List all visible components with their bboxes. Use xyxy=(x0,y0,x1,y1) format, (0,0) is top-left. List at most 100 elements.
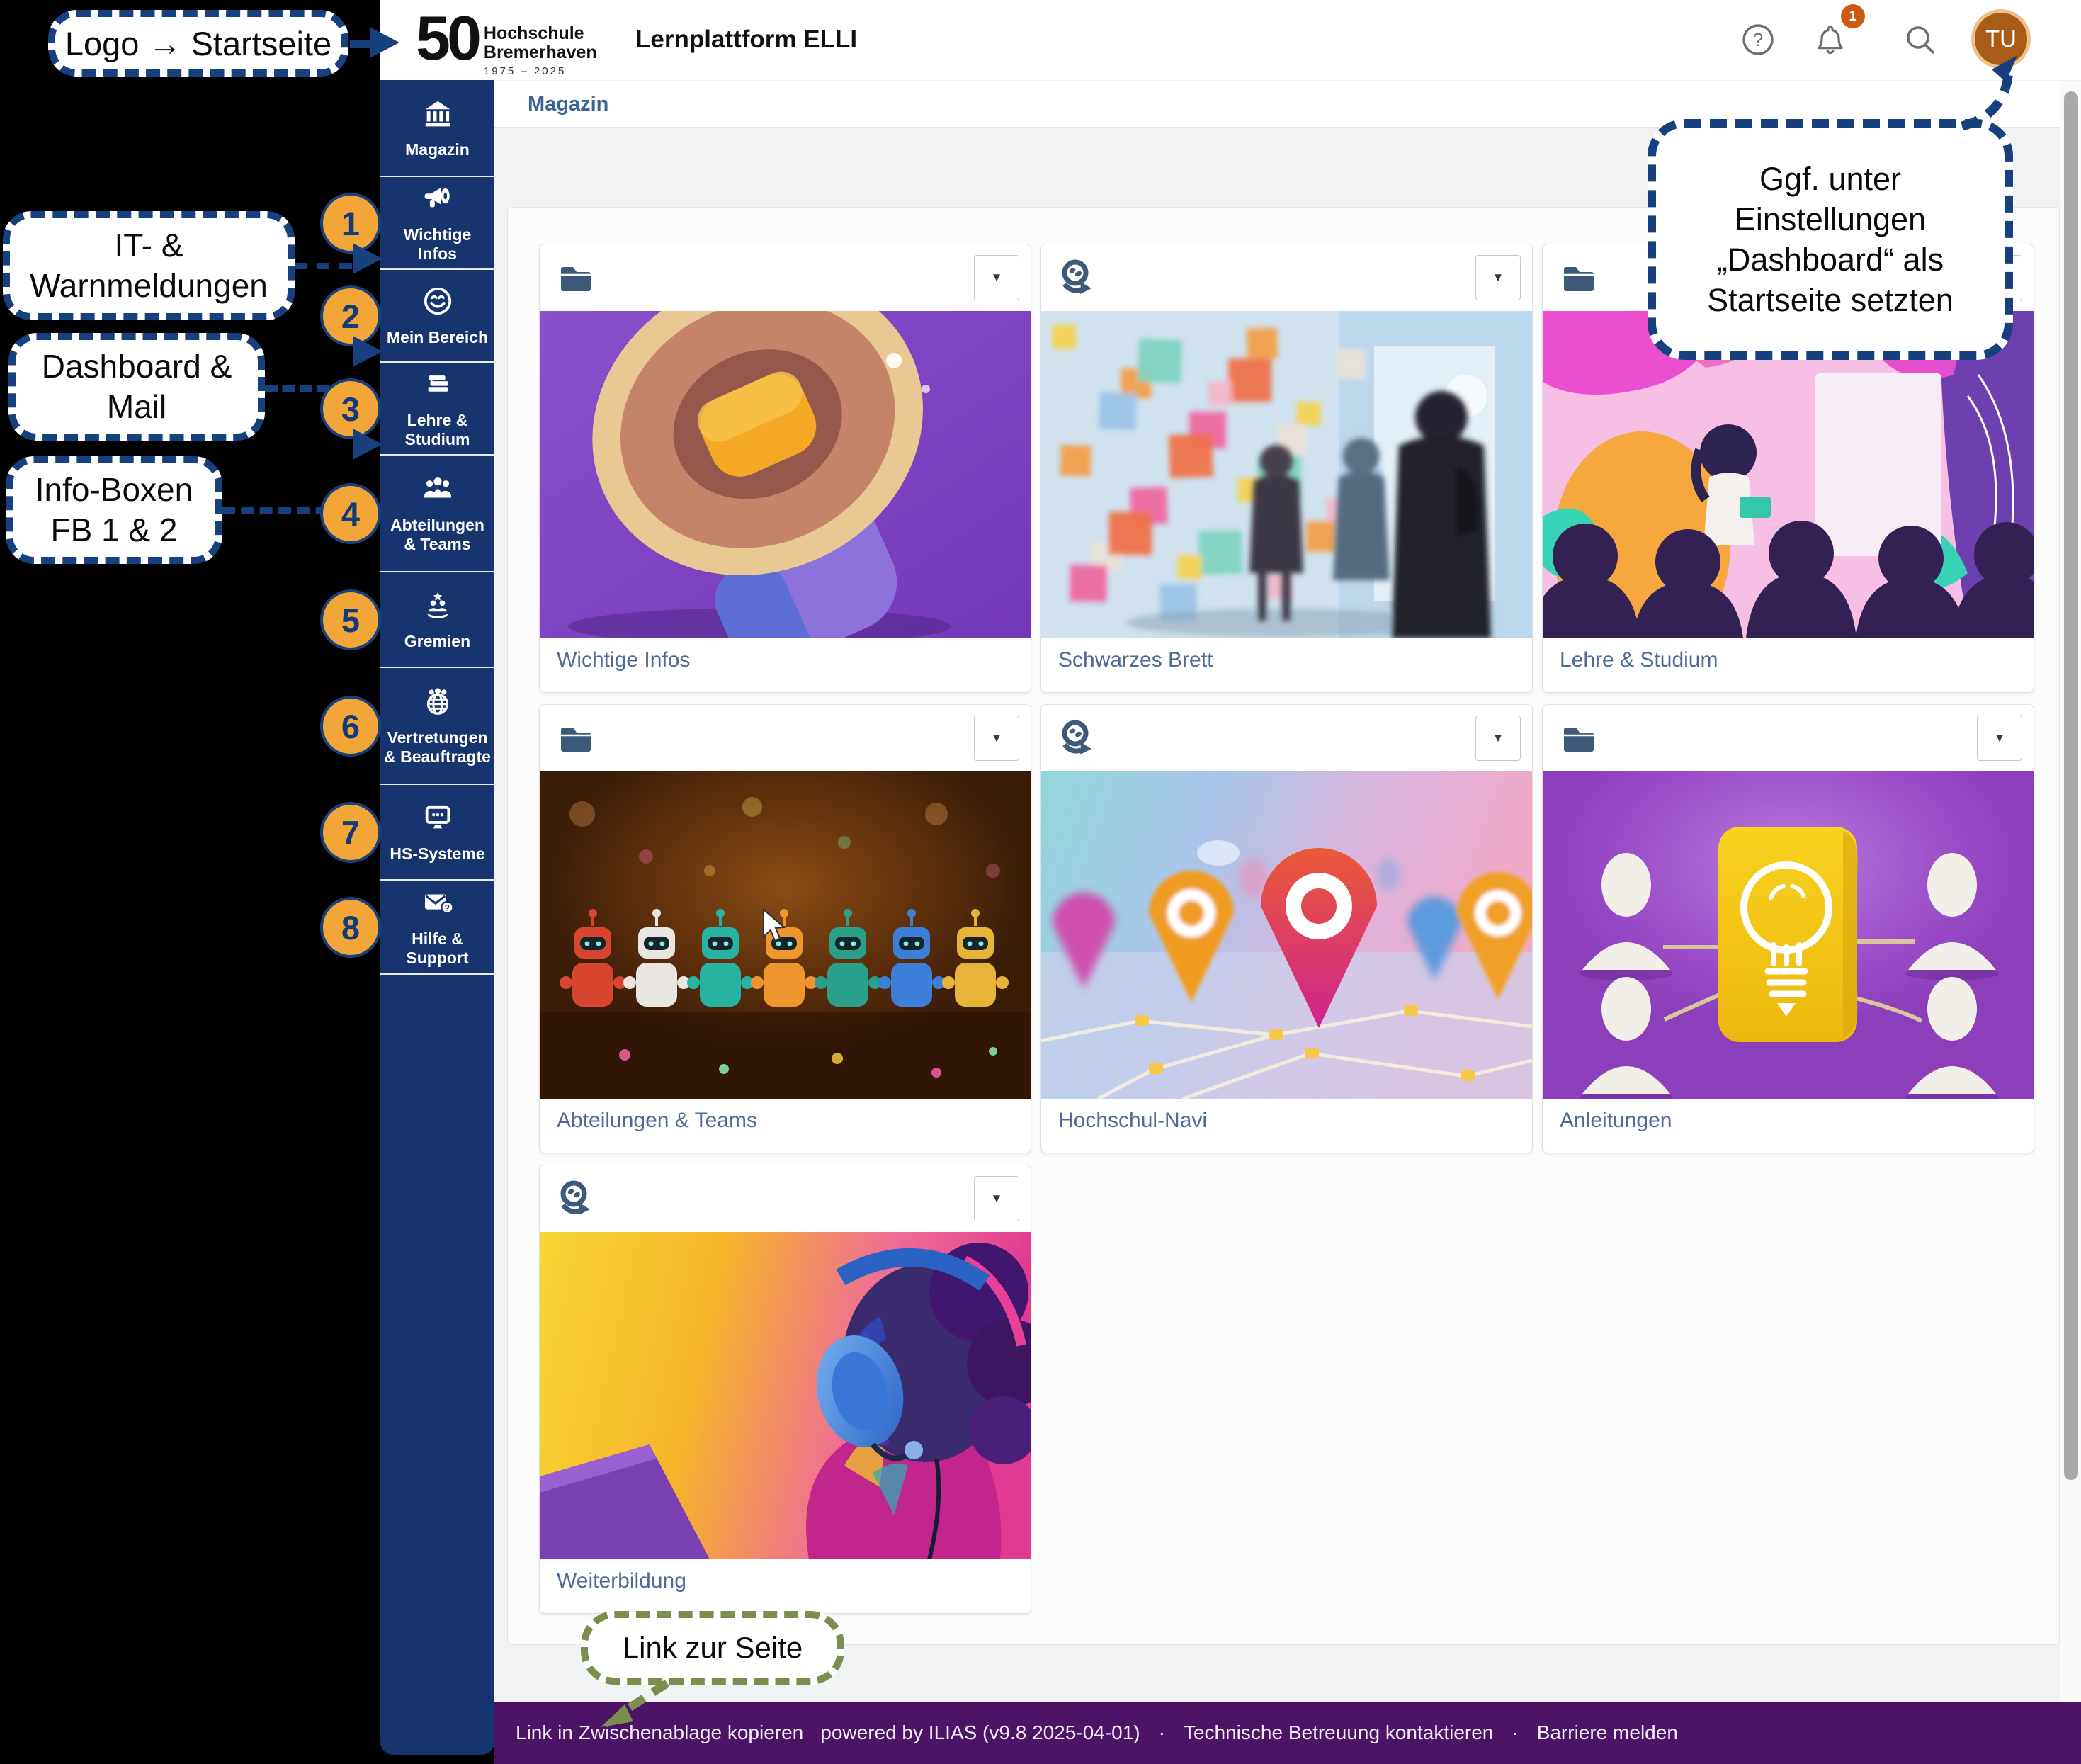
app-header: 50 Hochschule Bremerhaven 1975 – 2025 Le… xyxy=(380,0,2081,81)
weblink-icon xyxy=(557,1180,594,1216)
card-actions-dropdown[interactable]: ▼ xyxy=(974,716,1019,761)
card-header: ▼ xyxy=(540,1165,1031,1232)
card-title-link[interactable]: Wichtige Infos xyxy=(540,638,1031,672)
sidebar-item-label: Lehre & Studium xyxy=(380,411,494,449)
card-header: ▼ xyxy=(540,705,1031,771)
sidebar-item-hilfe-support[interactable]: ?Hilfe & Support xyxy=(380,881,494,975)
annotation-connector-line xyxy=(294,263,352,269)
card-actions-dropdown[interactable]: ▼ xyxy=(1475,716,1521,761)
annotated-screenshot: 50 Hochschule Bremerhaven 1975 – 2025 Le… xyxy=(0,0,2081,1764)
smiley-icon xyxy=(421,285,454,328)
footer-link[interactable]: Technische Betreuung kontaktieren xyxy=(1184,1721,1493,1744)
card-title-link[interactable]: Anleitungen xyxy=(1543,1099,2034,1133)
sidebar-item-wichtige-infos[interactable]: Wichtige Infos xyxy=(380,177,494,270)
annotation-text: FB 1 & 2 xyxy=(51,510,178,550)
card-actions-dropdown[interactable]: ▼ xyxy=(974,1176,1019,1221)
annotation-arrowhead xyxy=(353,243,382,274)
annotation-callout-3: Info-BoxenFB 1 & 2 xyxy=(6,456,222,564)
card-schwarzes-brett: ▼ Schwarzes Brett xyxy=(1040,244,1533,693)
search-button[interactable] xyxy=(1903,23,1937,57)
sidebar-item-hs-systeme[interactable]: HS-Systeme xyxy=(380,785,494,881)
weblink-icon xyxy=(1058,259,1095,295)
svg-text:?: ? xyxy=(444,903,449,913)
footer-separator: · xyxy=(1512,1721,1518,1744)
sidebar-item-gremien[interactable]: Gremien xyxy=(380,572,494,668)
card-image-megaphone-3d-illustration[interactable] xyxy=(540,311,1031,638)
annotation-settings-callout: Ggf. unterEinstellungen„Dashboard“ alsSt… xyxy=(1648,119,2013,360)
annotation-arrowhead xyxy=(353,429,382,460)
card-anleitungen: ▼ Anleitungen xyxy=(1542,704,2034,1153)
card-image-colorful-lecture-illustration[interactable] xyxy=(1543,311,2034,638)
annotation-number-marker-8: 8 xyxy=(320,897,381,958)
annotation-callout-1: IT- &Warnmeldungen xyxy=(3,211,295,320)
sidebar-item-label: Abteilungen & Teams xyxy=(380,516,494,554)
notifications-bell-button[interactable] xyxy=(1813,23,1847,57)
annotation-text: Dashboard & xyxy=(42,346,232,387)
weblink-icon xyxy=(1058,719,1095,756)
sidebar-item-abteilungen-teams[interactable]: Abteilungen & Teams xyxy=(380,456,494,572)
folder-icon xyxy=(557,719,594,756)
folder-icon xyxy=(557,259,594,295)
folder-icon xyxy=(1560,719,1597,756)
logo-anniversary: 1975 – 2025 xyxy=(484,65,597,77)
bank-icon xyxy=(421,97,454,140)
sidebar-item-lehre-studium[interactable]: Lehre & Studium xyxy=(380,363,494,456)
sidebar-item-label: Wichtige Infos xyxy=(380,225,494,264)
card-actions-dropdown[interactable]: ▼ xyxy=(1475,255,1521,300)
sidebar-item-label: Gremien xyxy=(402,632,473,651)
main-sidebar: Magazin Wichtige Infos Mein Bereich Lehre &… xyxy=(380,80,494,1755)
annotation-arrow-dash xyxy=(350,40,370,48)
breadcrumb-magazin[interactable]: Magazin xyxy=(528,93,608,116)
card-title-link[interactable]: Lehre & Studium xyxy=(1543,638,2034,672)
annotation-logo-callout: Logo → Startseite xyxy=(48,10,348,77)
annotation-number-marker-5: 5 xyxy=(320,589,381,650)
megaphone-icon xyxy=(421,182,454,225)
card-title-link[interactable]: Weiterbildung xyxy=(540,1559,1031,1593)
card-hochschul-navi: ▼ Hochschul-Navi xyxy=(1040,704,1533,1153)
sidebar-item-magazin[interactable]: Magazin xyxy=(380,80,494,177)
logo-name-line1: Hochschule xyxy=(484,24,597,43)
card-header: ▼ xyxy=(1041,705,1532,771)
card-title-link[interactable]: Hochschul-Navi xyxy=(1041,1099,1532,1133)
card-header: ▼ xyxy=(1041,244,1532,311)
footer-link[interactable]: Barriere melden xyxy=(1537,1721,1678,1744)
annotation-number-marker-4: 4 xyxy=(320,483,381,544)
globe-people-icon xyxy=(421,685,454,728)
card-actions-dropdown[interactable]: ▼ xyxy=(974,255,1019,300)
scrollbar-track xyxy=(2060,81,2081,1702)
card-wichtige-infos: ▼ Wichtige Infos xyxy=(539,244,1031,693)
logo-50-number: 50 xyxy=(416,6,478,71)
card-actions-dropdown[interactable]: ▼ xyxy=(1977,716,2022,761)
annotation-text: Startseite setzten xyxy=(1707,280,1954,320)
footer-link[interactable]: Link in Zwischenablage kopieren xyxy=(516,1721,803,1744)
scrollbar-thumb[interactable] xyxy=(2064,91,2078,1480)
card-image-popart-headset-person[interactable] xyxy=(540,1232,1031,1559)
card-image-lightbulb-orgchart[interactable] xyxy=(1543,771,2034,1099)
annotation-text: Einstellungen xyxy=(1735,199,1926,239)
card-title-link[interactable]: Schwarzes Brett xyxy=(1041,638,1532,672)
notification-count-badge: 1 xyxy=(1841,4,1865,28)
books-icon xyxy=(421,368,454,411)
annotation-arrowhead xyxy=(370,27,399,58)
card-image-sticky-notes-wall-photo[interactable] xyxy=(1041,311,1532,638)
sidebar-item-label: Magazin xyxy=(402,140,472,159)
footer-separator: · xyxy=(1159,1721,1165,1744)
svg-text:?: ? xyxy=(1753,29,1763,50)
page-title: Lernplattform ELLI xyxy=(635,26,857,54)
sidebar-item-label: HS-Systeme xyxy=(387,844,487,864)
card-header: ▼ xyxy=(1543,705,2034,771)
annotation-text: Mail xyxy=(107,387,166,427)
annotation-arrowhead xyxy=(353,336,382,367)
sidebar-item-vertretungen-beauftragte[interactable]: Vertretungen & Beauftragte xyxy=(380,668,494,785)
monitor-icon xyxy=(421,801,454,844)
footer-link[interactable]: powered by ILIAS (v9.8 2025-04-01) xyxy=(820,1721,1140,1744)
sidebar-item-mein-bereich[interactable]: Mein Bereich xyxy=(380,270,494,363)
help-button[interactable]: ? xyxy=(1741,23,1775,57)
card-title-link[interactable]: Abteilungen & Teams xyxy=(540,1099,1031,1133)
annotation-text: „Dashboard“ als xyxy=(1717,239,1944,280)
sidebar-item-label: Vertretungen & Beauftragte xyxy=(380,728,494,767)
hochschule-bremerhaven-logo[interactable]: 50 Hochschule Bremerhaven 1975 – 2025 xyxy=(416,6,597,77)
card-image-3d-map-pins[interactable] xyxy=(1041,771,1532,1099)
annotation-text: IT- & xyxy=(114,225,183,266)
user-avatar[interactable]: TU xyxy=(1971,9,2031,69)
